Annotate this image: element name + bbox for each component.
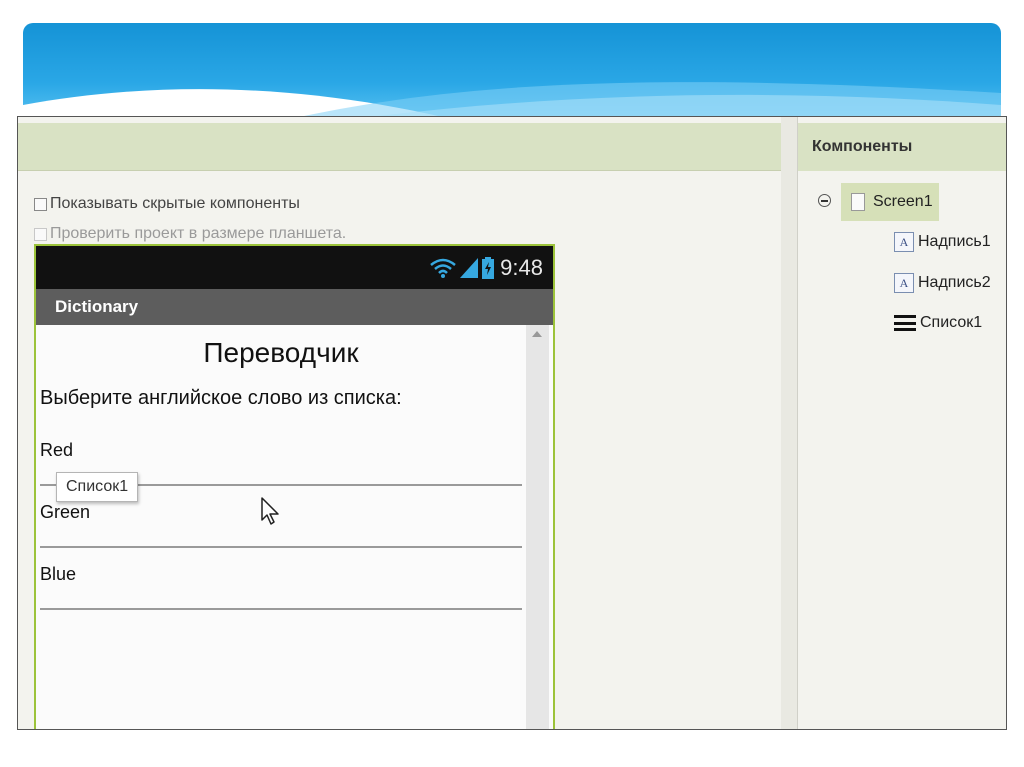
designer-screenshot: Показывать скрытые компоненты Проверить … [17,116,1007,730]
list-item-text: Blue [40,564,77,584]
tooltip-text: Список1 [66,478,129,495]
banner-wave [23,82,1001,123]
components-title: Компоненты [812,138,913,155]
tree-item-label: Список1 [920,314,983,331]
vertical-scrollbar[interactable] [526,325,549,729]
component-tooltip: Список1 [56,472,139,502]
show-hidden-option[interactable]: Показывать скрытые компоненты [34,195,300,213]
tree-item-label: Screen1 [873,193,933,210]
tree-item-label: Надпись1 [918,233,991,250]
viewer-panel: Показывать скрытые компоненты Проверить … [18,117,781,729]
scroll-up-arrow-icon[interactable] [532,331,542,337]
mouse-cursor-icon [261,497,279,525]
tree-item-screen1[interactable]: Screen1 [841,183,939,221]
label2-text[interactable]: Выберите английское слово из списка: [40,387,402,410]
show-hidden-checkbox[interactable] [34,197,47,211]
list-item-text: Green [40,502,91,522]
tablet-size-checkbox[interactable] [34,227,47,241]
label1-text[interactable]: Переводчик [36,337,526,369]
list-item[interactable]: Blue [40,548,522,610]
tree-item-label: Надпись2 [918,274,991,291]
app-title: Dictionary [55,297,139,316]
show-hidden-label: Показывать скрытые компоненты [50,195,300,212]
panel-divider [781,117,797,729]
screen-content: Переводчик Выберите английское слово из … [36,325,553,729]
tablet-size-option[interactable]: Проверить проект в размере планшета. [34,225,346,243]
signal-icon [460,257,479,278]
tree-item-label1[interactable]: A Надпись1 [894,232,991,252]
viewer-header [18,123,781,171]
status-time: 9:48 [500,254,543,280]
label-component-icon: A [894,273,914,293]
components-panel: Компоненты Screen1 A Надпись1 A Надпись2… [797,117,1006,729]
tree-item-label2[interactable]: A Надпись2 [894,273,991,293]
tablet-size-label: Проверить проект в размере планшета. [50,225,347,242]
list-view-icon [894,315,916,331]
label-component-icon: A [894,232,914,252]
collapse-toggle-icon[interactable] [818,194,831,207]
app-title-bar: Dictionary [36,289,553,325]
tree-item-listview1[interactable]: Список1 [894,314,982,332]
list-item-text: Red [40,440,74,460]
screen-icon [851,193,865,211]
wifi-icon [430,258,456,278]
components-header: Компоненты [798,123,1006,171]
slide-banner [23,23,1001,123]
status-bar: 9:48 [36,246,553,289]
battery-icon [482,256,495,279]
